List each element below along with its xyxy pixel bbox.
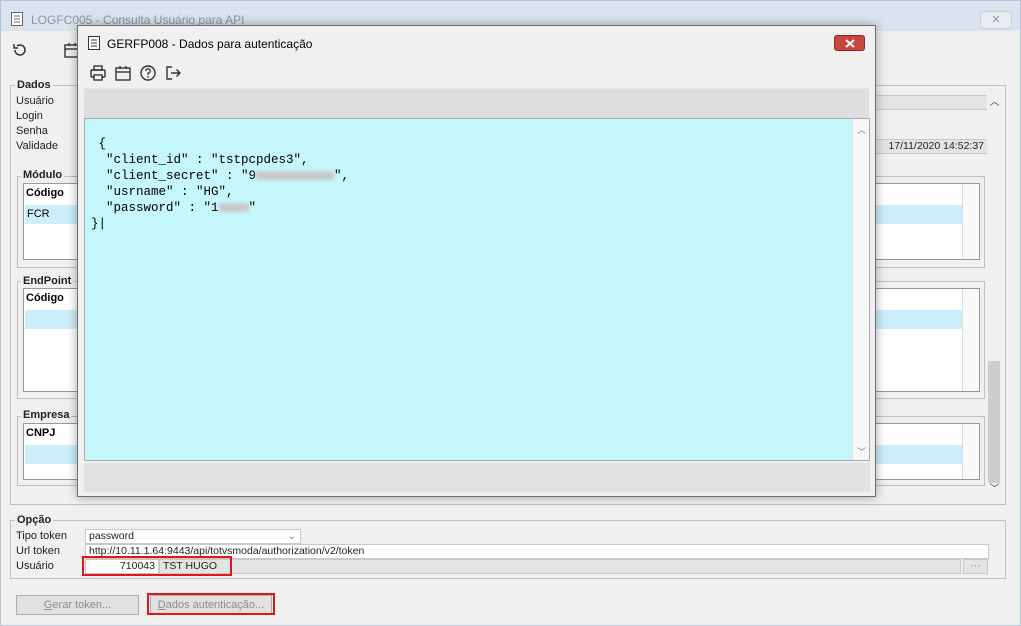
dialog-close-button[interactable]	[834, 35, 865, 51]
main-vertical-scrollbar[interactable]: ︿ ﹀	[987, 93, 1002, 499]
modulo-row-code: FCR	[27, 208, 50, 220]
url-token-label: Url token	[16, 545, 61, 557]
redacted-password	[218, 203, 249, 213]
empresa-group-label: Empresa	[21, 409, 72, 421]
close-icon	[845, 39, 855, 48]
validade-label: Validade	[16, 140, 58, 152]
exit-icon[interactable]	[164, 64, 182, 82]
endpoint-group-label: EndPoint	[21, 275, 74, 287]
senha-label: Senha	[16, 125, 48, 137]
opcao-usuario-label: Usuário	[16, 560, 54, 572]
modulo-group-label: Módulo	[21, 169, 65, 181]
gerar-token-button[interactable]: Gerar token...	[16, 595, 139, 615]
lookup-icon[interactable]: ⋯	[963, 559, 988, 574]
auth-data-textarea[interactable]: { "client_id" : "tstpcpdes3", "client_se…	[84, 118, 870, 461]
auth-dialog: GERFP008 - Dados para autenticação { "cl…	[77, 25, 876, 497]
document-icon	[11, 12, 23, 26]
dialog-header-band	[84, 88, 869, 118]
main-window-close-button[interactable]: ✕	[980, 11, 1012, 29]
opcao-group-label: Opção	[15, 514, 54, 526]
dialog-title: GERFP008 - Dados para autenticação	[107, 37, 313, 51]
calendar-icon[interactable]	[114, 64, 132, 82]
dialog-titlebar: GERFP008 - Dados para autenticação	[78, 26, 875, 56]
auth-json-text: { "client_id" : "tstpcpdes3", "client_se…	[91, 137, 350, 231]
redacted-secret	[256, 171, 335, 181]
empresa-col-cnpj[interactable]: CNPJ	[26, 427, 55, 439]
scrollbar-thumb[interactable]	[988, 361, 1000, 483]
empresa-grid-scrollbar[interactable]	[962, 424, 979, 479]
help-icon[interactable]	[139, 64, 157, 82]
document-icon	[88, 36, 100, 50]
tipo-token-value: password	[89, 530, 134, 542]
textarea-scrollbar[interactable]: ︿ ﹀	[852, 119, 869, 460]
scroll-down-icon[interactable]: ﹀	[853, 445, 870, 458]
modulo-grid-scrollbar[interactable]	[962, 184, 979, 259]
scroll-down-icon[interactable]: ﹀	[987, 483, 1002, 497]
usuario-field	[871, 95, 988, 110]
chevron-down-icon[interactable]: ⌄	[287, 530, 296, 543]
dados-group-label: Dados	[15, 79, 53, 91]
usuario-label: Usuário	[16, 95, 54, 107]
print-icon[interactable]	[89, 64, 107, 82]
endpoint-grid-scrollbar[interactable]	[962, 289, 979, 391]
scroll-up-icon[interactable]: ︿	[987, 96, 1002, 110]
endpoint-col-codigo[interactable]: Código	[26, 292, 64, 304]
dados-autenticacao-highlight	[147, 593, 275, 615]
validade-field: 17/11/2020 14:52:37	[871, 139, 988, 154]
login-label: Login	[16, 110, 43, 122]
dialog-footer-band	[84, 463, 870, 492]
tipo-token-label: Tipo token	[16, 530, 67, 542]
scroll-up-icon[interactable]: ︿	[853, 123, 870, 136]
usuario-name-field: TST HUGO	[159, 559, 961, 574]
usuario-highlight	[82, 556, 232, 576]
modulo-col-codigo[interactable]: Código	[26, 187, 64, 199]
tipo-token-select[interactable]: password ⌄	[85, 529, 301, 544]
refresh-icon[interactable]	[11, 41, 29, 59]
